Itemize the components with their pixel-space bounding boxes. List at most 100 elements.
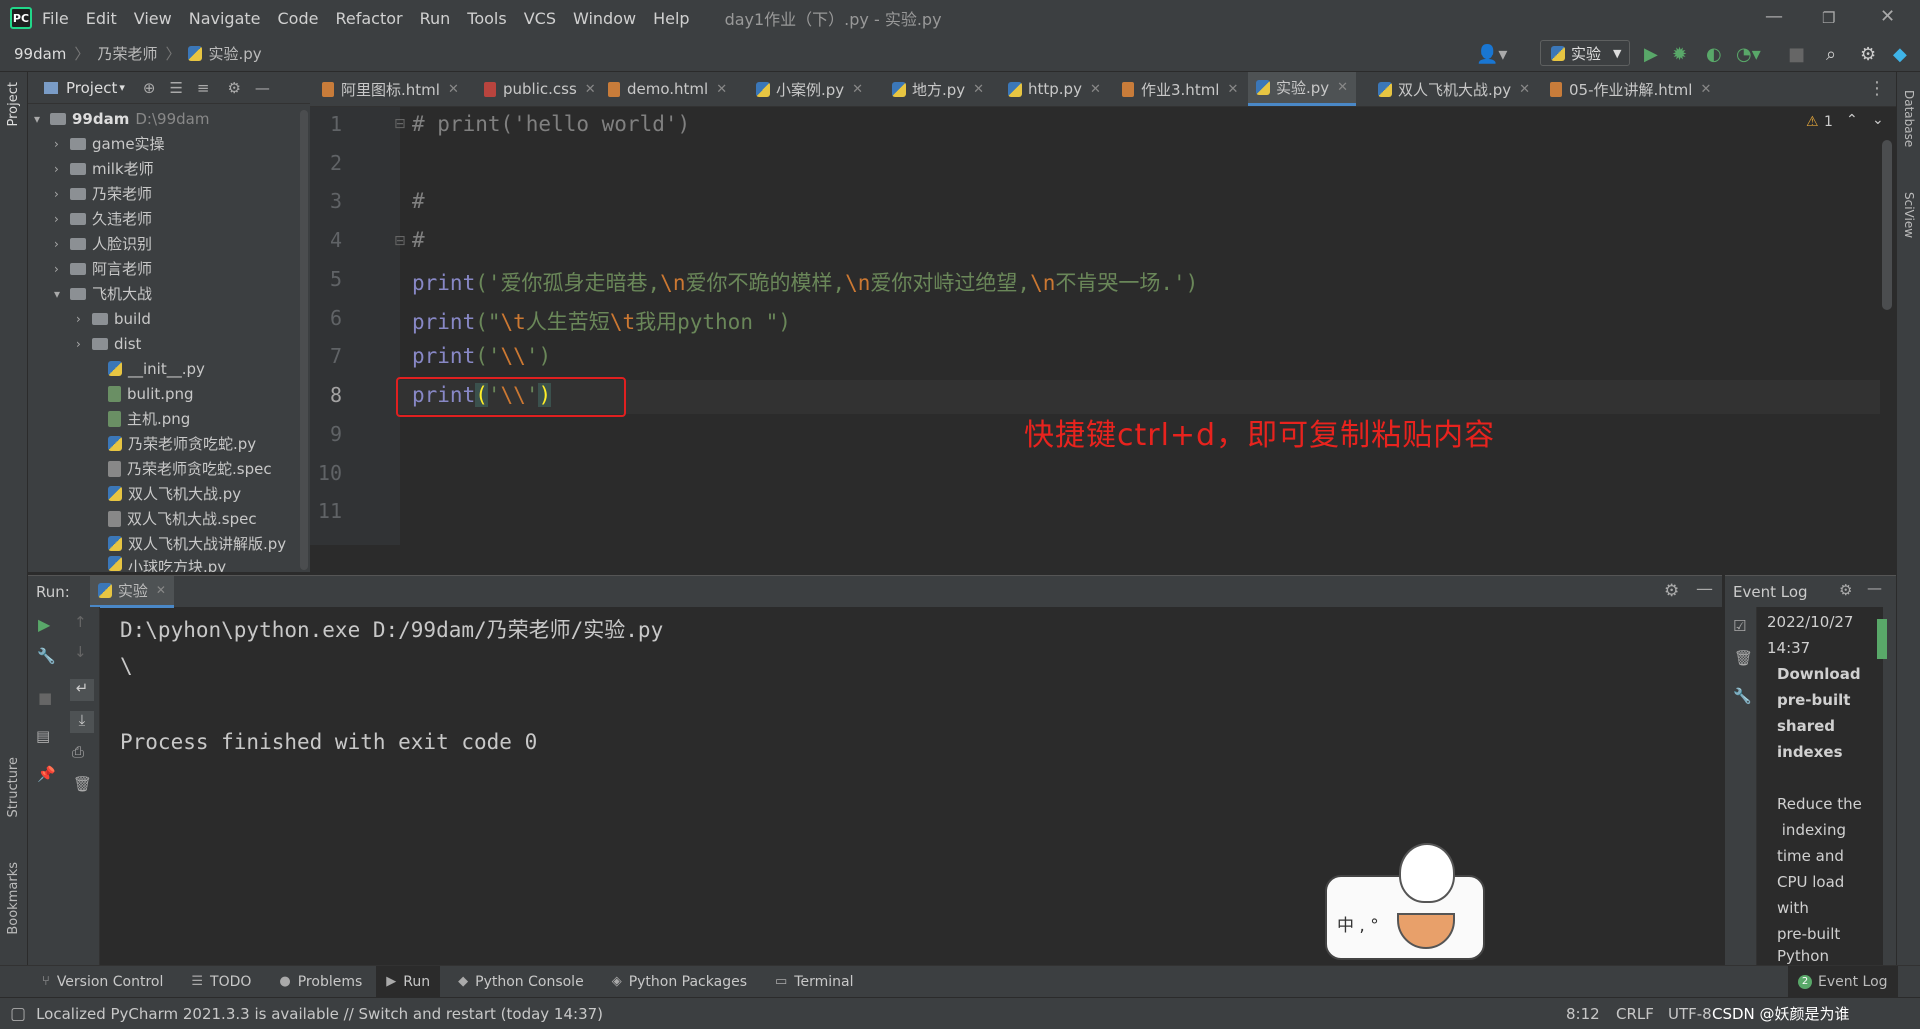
close-icon[interactable]: ✕ (852, 82, 863, 97)
tab-aliicon-html[interactable]: 阿里图标.html ✕ (314, 72, 467, 106)
coverage-icon[interactable]: ◐ (1706, 44, 1722, 65)
soft-wrap-icon[interactable]: ↵ (70, 679, 94, 701)
tree-item[interactable]: › build (76, 306, 151, 331)
print-icon[interactable]: ⎙ (72, 743, 84, 761)
menu-window[interactable]: Window (573, 9, 636, 28)
event-heading[interactable]: pre-built (1777, 687, 1850, 713)
tree-root[interactable]: ▾ 99dam D:\99dam (34, 106, 209, 131)
tree-item[interactable]: __init__.py (108, 356, 205, 381)
close-window-icon[interactable]: ✕ (1880, 6, 1895, 27)
gear-icon[interactable]: ⚙ (1839, 581, 1852, 599)
tree-item[interactable]: ▾ 飞机大战 (54, 281, 152, 306)
event-scrollbar[interactable] (1877, 619, 1887, 659)
tree-item[interactable]: 双人飞机大战.py (108, 481, 241, 506)
tab-difang-py[interactable]: 地方.py ✕ (884, 72, 992, 106)
wrench-icon[interactable]: 🔧 (1733, 687, 1752, 705)
event-heading[interactable]: shared (1777, 713, 1835, 739)
gear-icon[interactable]: ⚙ (1664, 581, 1679, 601)
python-console-tab[interactable]: ◆ Python Console (458, 974, 584, 990)
previous-highlight-icon[interactable]: ⌃ (1846, 112, 1858, 128)
menu-navigate[interactable]: Navigate (189, 9, 261, 28)
run-tool-tab[interactable]: ▶ Run (376, 966, 441, 997)
search-icon[interactable]: ⌕ (1826, 44, 1836, 65)
run-tab[interactable]: 实验 ✕ (89, 575, 174, 608)
tree-item[interactable]: 乃荣老师贪吃蛇.spec (108, 456, 272, 481)
more-tabs-icon[interactable]: ⋮ (1868, 78, 1886, 99)
todo-tab[interactable]: ☰ TODO (191, 974, 251, 990)
restore-icon[interactable]: ❐ (1822, 9, 1835, 27)
tree-item[interactable]: 双人飞机大战讲解版.py (108, 531, 286, 556)
stop-icon[interactable]: ■ (38, 689, 52, 707)
event-heading[interactable]: Download (1777, 661, 1861, 687)
pin-icon[interactable]: 📌 (37, 765, 56, 783)
close-icon[interactable]: ✕ (1337, 80, 1348, 95)
menu-tools[interactable]: Tools (467, 9, 506, 28)
toolbox-icon[interactable]: ◆ (1893, 44, 1907, 65)
tab-xiaoanli-py[interactable]: 小案例.py ✕ (748, 72, 871, 106)
hide-icon[interactable]: — (1867, 579, 1882, 597)
terminal-tab[interactable]: ▭ Terminal (775, 974, 853, 990)
structure-tool-tab[interactable]: Structure (6, 757, 21, 817)
gear-icon[interactable]: ⚙ (227, 79, 240, 97)
tree-item[interactable]: › 人脸识别 (54, 231, 152, 256)
close-icon[interactable]: ✕ (1227, 82, 1238, 97)
problems-tab[interactable]: ● Problems (279, 974, 362, 990)
rerun-icon[interactable]: ▶ (38, 615, 50, 634)
close-icon[interactable]: ✕ (1700, 82, 1711, 97)
wrench-icon[interactable]: 🔧 (37, 647, 56, 665)
tree-item[interactable]: 主机.png (108, 406, 190, 431)
hide-icon[interactable]: — (1696, 579, 1713, 599)
editor-scrollbar[interactable] (1882, 140, 1892, 310)
locate-icon[interactable]: ⊕ (143, 79, 156, 97)
chevron-down-icon[interactable]: ▾ (119, 81, 125, 94)
database-tool-tab[interactable]: Database (1902, 90, 1916, 147)
status-toggle-icon[interactable]: ▢ (10, 1004, 26, 1024)
warning-icon[interactable]: ⚠ (1806, 114, 1819, 130)
version-control-tab[interactable]: ⑂ Version Control (42, 974, 163, 990)
menu-vcs[interactable]: VCS (524, 9, 556, 28)
tree-item[interactable]: 小球吃方块.py (108, 556, 226, 572)
close-icon[interactable]: ✕ (1519, 82, 1530, 97)
fold-marker-icon[interactable]: ⊟ (394, 116, 406, 132)
sciview-tool-tab[interactable]: SciView (1902, 192, 1916, 238)
project-tool-tab[interactable]: Project (6, 82, 21, 126)
menu-refactor[interactable]: Refactor (335, 9, 402, 28)
file-encoding[interactable]: UTF-8 (1668, 1005, 1712, 1023)
bookmarks-tool-tab[interactable]: Bookmarks (6, 862, 21, 935)
tab-shiyan-py[interactable]: 实验.py ✕ (1248, 72, 1357, 106)
breadcrumb-root[interactable]: 99dam (14, 45, 66, 63)
trash-icon[interactable]: 🗑 (1734, 649, 1753, 667)
scroll-to-end-icon[interactable]: ⤓ (70, 711, 94, 733)
down-arrow-icon[interactable]: ↓ (74, 643, 87, 661)
tab-http-py[interactable]: http.py ✕ (1000, 72, 1109, 106)
fold-marker-icon[interactable]: ⊟ (394, 233, 406, 249)
menu-code[interactable]: Code (278, 9, 319, 28)
close-icon[interactable]: ✕ (156, 583, 166, 597)
menu-run[interactable]: Run (420, 9, 451, 28)
tree-item[interactable]: › dist (76, 331, 141, 356)
expand-all-icon[interactable]: ☰ (169, 79, 182, 97)
close-icon[interactable]: ✕ (448, 82, 459, 97)
tree-item[interactable]: › 久违老师 (54, 206, 152, 231)
debug-icon[interactable]: ✹ (1672, 44, 1687, 65)
caret-position[interactable]: 8:12 (1566, 1005, 1600, 1023)
close-icon[interactable]: ✕ (716, 82, 727, 97)
event-log-tab[interactable]: 2 Event Log (1788, 966, 1898, 997)
hide-icon[interactable]: — (255, 79, 270, 97)
next-highlight-icon[interactable]: ⌄ (1872, 112, 1884, 128)
mark-read-icon[interactable]: ☑ (1733, 617, 1746, 635)
status-message[interactable]: Localized PyCharm 2021.3.3 is available … (36, 1005, 603, 1023)
layout-icon[interactable]: ▤ (36, 727, 50, 745)
close-icon[interactable]: ✕ (973, 82, 984, 97)
warning-count[interactable]: 1 (1824, 114, 1833, 130)
tab-05-html[interactable]: 05-作业讲解.html ✕ (1542, 72, 1719, 106)
tab-shuangren-py[interactable]: 双人飞机大战.py ✕ (1370, 72, 1538, 106)
tab-demo-html[interactable]: demo.html ✕ (600, 72, 735, 106)
menu-view[interactable]: View (134, 9, 172, 28)
up-arrow-icon[interactable]: ↑ (74, 613, 87, 631)
project-panel-title[interactable]: Project (66, 79, 117, 97)
menu-help[interactable]: Help (653, 9, 689, 28)
menu-edit[interactable]: Edit (86, 9, 117, 28)
close-icon[interactable]: ✕ (585, 82, 596, 97)
run-configuration-select[interactable]: 实验 ▼ (1540, 40, 1630, 66)
